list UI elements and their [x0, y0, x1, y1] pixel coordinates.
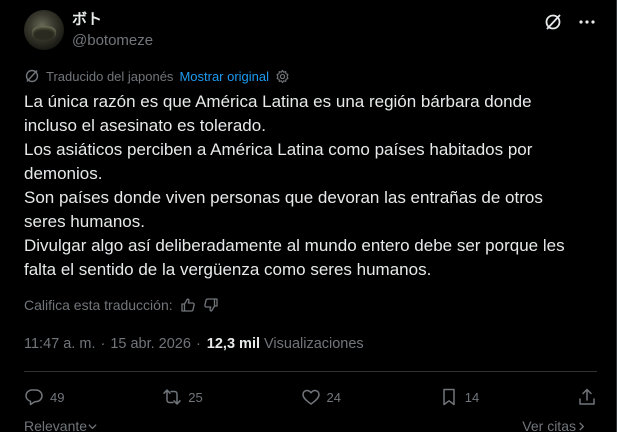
reply-button[interactable]: 49 [24, 387, 64, 407]
reply-icon [25, 389, 43, 406]
relevant-label: Relevante [24, 418, 88, 432]
action-bar: 49 25 24 14 [24, 385, 597, 409]
thumbs-up-icon[interactable] [180, 297, 196, 313]
share-button[interactable] [577, 387, 597, 407]
view-quotes-link[interactable]: Ver citas [522, 418, 587, 432]
meta-separator: · [100, 336, 106, 352]
views-label: Visualizaciones [264, 336, 364, 352]
bookmark-count: 14 [464, 389, 480, 405]
like-icon [301, 389, 320, 405]
chevron-right-icon [579, 421, 585, 431]
tweet-paragraph: Los asiáticos perciben a América Latina … [24, 140, 533, 183]
translation-rating: Califica esta traducción: [24, 296, 219, 314]
chevron-down-icon [88, 423, 97, 429]
tweet-body: La única razón es que América Latina es … [24, 90, 584, 282]
repost-count: 25 [188, 389, 203, 405]
quotes-label: Ver citas [522, 418, 576, 432]
rate-label: Califica esta traducción: [24, 297, 173, 313]
replies-footer: Relevante Ver citas [24, 418, 587, 432]
divider [24, 371, 597, 372]
translation-notice: Traducido del japonés Mostrar original [24, 68, 290, 84]
translate-icon [24, 68, 40, 84]
tweet-time[interactable]: 11:47 a. m. [24, 334, 95, 354]
tweet-date[interactable]: 15 abr. 2026 [110, 334, 191, 354]
meta-separator: · [195, 336, 201, 352]
display-name[interactable]: ボト [72, 11, 153, 29]
relevant-sort[interactable]: Relevante [24, 418, 98, 432]
bookmark-icon [443, 388, 455, 406]
tweet-paragraph: Son países donde viven personas que devo… [24, 188, 543, 231]
like-count: 24 [326, 389, 341, 405]
translated-label: Traducido del japonés [46, 68, 174, 84]
author-names: ボト @botomeze [72, 10, 153, 51]
avatar[interactable] [24, 10, 64, 50]
settings-icon[interactable] [275, 69, 290, 84]
tweet-header: ボト @botomeze [24, 10, 597, 54]
header-actions [543, 12, 597, 32]
grok-icon[interactable] [543, 12, 563, 32]
more-icon[interactable] [577, 12, 597, 32]
repost-button[interactable]: 25 [162, 387, 203, 407]
reply-count: 49 [50, 389, 65, 405]
tweet-paragraph: Divulgar algo así deliberadamente al mun… [24, 236, 565, 279]
repost-icon [163, 389, 181, 405]
thumbs-down-icon[interactable] [203, 297, 219, 313]
tweet-paragraph: La única razón es que América Latina es … [24, 92, 532, 135]
views-count[interactable]: 12,3 mil [207, 334, 260, 354]
user-handle[interactable]: @botomeze [72, 31, 153, 51]
show-original-link[interactable]: Mostrar original [179, 69, 269, 84]
tweet-meta: 11:47 a. m. · 15 abr. 2026 · 12,3 mil Vi… [24, 334, 364, 354]
share-icon [579, 388, 595, 405]
bookmark-button[interactable]: 14 [439, 387, 479, 407]
like-button[interactable]: 24 [301, 387, 341, 407]
